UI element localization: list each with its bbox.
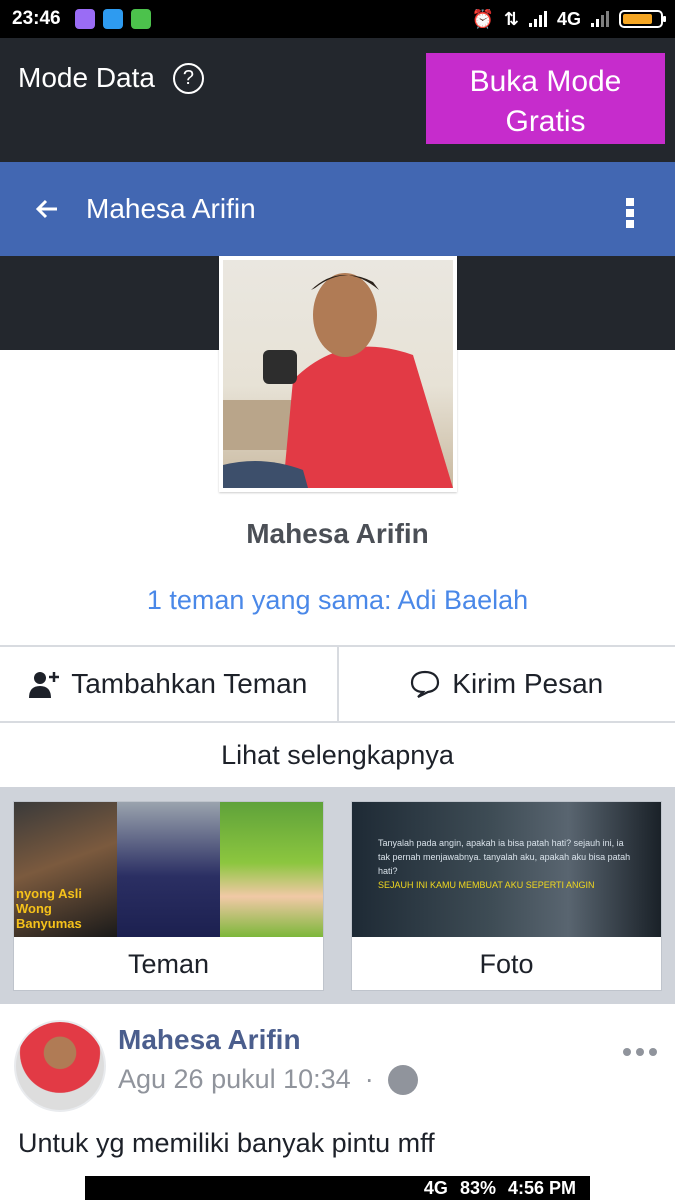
friend-thumb-1: nyong Asli Wong Banyumas [14, 802, 117, 937]
notes-app-icon [74, 9, 95, 29]
photo-thumb-caption: SEJAUH INI KAMU MEMBUAT AKU SEPERTI ANGI… [378, 880, 595, 890]
send-message-label: Kirim Pesan [452, 668, 604, 699]
post-avatar[interactable] [14, 1020, 106, 1112]
battery-app-icon [130, 9, 151, 29]
post-more-icon[interactable] [623, 1048, 657, 1056]
add-friend-icon [29, 672, 60, 698]
network-type: 4G [556, 8, 581, 29]
friends-thumbnails: nyong Asli Wong Banyumas [14, 802, 323, 937]
photos-card[interactable]: Tanyalah pada angin, apakah ia bisa pata… [351, 801, 662, 991]
upload-app-icon [102, 9, 123, 29]
friends-label: Teman [127, 948, 210, 979]
signal-icon-2 [591, 11, 609, 27]
profile-name: Mahesa Arifin [246, 518, 429, 549]
signal-icon [528, 11, 547, 27]
data-mode-bar: Mode Data ? Buka Mode Gratis [0, 38, 675, 162]
see-more-link[interactable]: Lihat selengkapnya [0, 723, 675, 787]
data-transfer-icon: ⇅ [503, 8, 519, 29]
post-text: Untuk yg memiliki banyak pintu mff [18, 1128, 435, 1158]
add-friend-button[interactable]: Tambahkan Teman [0, 647, 337, 721]
post-time[interactable]: Agu 26 pukul 10:34 [118, 1064, 351, 1095]
profile-cards: nyong Asli Wong Banyumas Teman Tanyalah … [0, 787, 675, 1004]
alarm-icon: ⏰ [471, 8, 494, 29]
post-separator: · [364, 1064, 374, 1094]
friend-thumb-text: nyong Asli Wong Banyumas [16, 886, 82, 931]
globe-icon [387, 1064, 418, 1095]
status-time: 23:46 [12, 8, 61, 29]
chat-bubble-icon [411, 670, 440, 698]
post: Mahesa Arifin Agu 26 pukul 10:34 · Untuk… [0, 1004, 675, 1200]
add-friend-label: Tambahkan Teman [71, 668, 308, 699]
more-vertical-icon[interactable] [625, 198, 635, 228]
photos-thumbnail: Tanyalah pada angin, apakah ia bisa pata… [352, 802, 661, 937]
friend-thumb-2 [117, 802, 220, 937]
profile-photo [223, 260, 453, 488]
free-mode-button[interactable]: Buka Mode Gratis [426, 53, 665, 144]
post-meta: Agu 26 pukul 10:34 · [118, 1064, 418, 1095]
photo-thumb: Tanyalah pada angin, apakah ia bisa pata… [352, 802, 661, 937]
embed-battery: 83% [459, 1177, 496, 1198]
profile-actions: Tambahkan Teman Kirim Pesan [0, 645, 675, 723]
friends-card[interactable]: nyong Asli Wong Banyumas Teman [13, 801, 324, 991]
embed-network: 4G [423, 1177, 448, 1198]
data-mode-label: Mode Data [18, 62, 155, 93]
embed-time: 4:56 PM [507, 1177, 576, 1198]
friend-thumb-3 [220, 802, 323, 937]
status-bar: 23:46 ⏰ ⇅ 4G [0, 0, 675, 38]
nav-title: Mahesa Arifin [86, 193, 256, 224]
help-icon[interactable]: ? [172, 62, 204, 94]
top-nav: Mahesa Arifin [0, 162, 675, 256]
data-mode-title: Mode Data ? [18, 62, 204, 94]
profile-picture[interactable] [219, 256, 457, 492]
back-arrow-icon[interactable] [24, 186, 70, 232]
post-embedded-image[interactable]: 4G 83% 4:56 PM [85, 1176, 590, 1200]
photos-label: Foto [479, 948, 534, 979]
battery-icon [619, 10, 666, 28]
photo-thumb-text: Tanyalah pada angin, apakah ia bisa pata… [378, 838, 631, 876]
post-author[interactable]: Mahesa Arifin [118, 1024, 301, 1056]
send-message-button[interactable]: Kirim Pesan [336, 647, 675, 721]
mutual-friends-link[interactable]: 1 teman yang sama: Adi Baelah [0, 585, 675, 616]
